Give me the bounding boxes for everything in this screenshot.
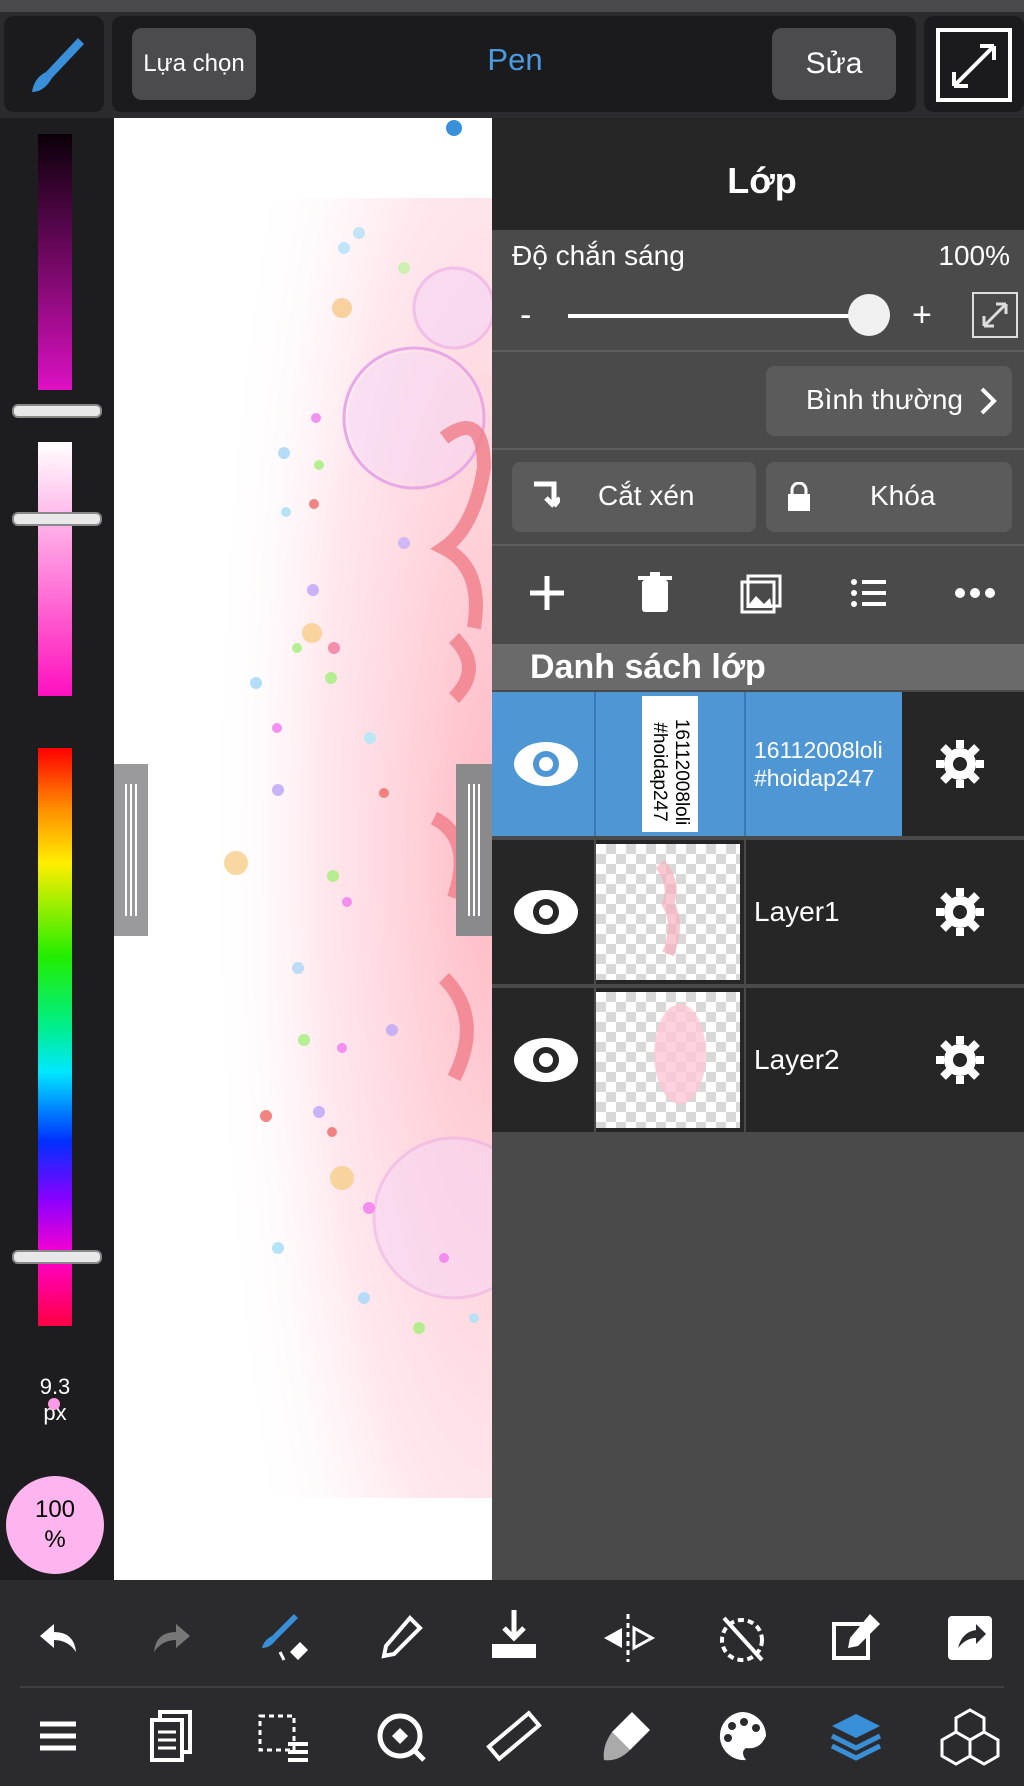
layer-list-title: Danh sách lớp — [530, 648, 766, 686]
saturation-slider[interactable] — [38, 442, 72, 696]
brush-swap-icon[interactable] — [254, 1608, 314, 1668]
layers-icon[interactable] — [826, 1706, 886, 1766]
undo-icon[interactable] — [28, 1608, 88, 1668]
pages-icon[interactable] — [142, 1706, 202, 1766]
fill-brush-icon[interactable] — [598, 1706, 658, 1766]
brush-button[interactable] — [4, 16, 104, 112]
divider — [492, 448, 1024, 450]
brush-size-preview — [48, 1398, 60, 1410]
right-panel-handle[interactable] — [456, 764, 492, 936]
color-panel — [0, 118, 114, 1580]
download-icon[interactable] — [484, 1606, 544, 1666]
lock-label: Khóa — [870, 480, 936, 511]
list-icon[interactable] — [844, 568, 894, 618]
selection-tool-icon[interactable] — [254, 1706, 314, 1766]
brightness-knob[interactable] — [12, 404, 102, 418]
blend-mode-label: Bình thường — [806, 384, 963, 415]
share-icon[interactable] — [940, 1608, 1000, 1668]
divider — [20, 1686, 1004, 1688]
expand-icon — [936, 28, 1012, 102]
layer-panel-title: Lớp — [727, 160, 797, 201]
brush-size-value: 9.3 — [39, 1374, 71, 1399]
divider — [492, 544, 1024, 546]
brush-opacity-button[interactable]: 100 % — [6, 1476, 104, 1574]
clipping-button[interactable]: Cắt xén — [512, 462, 756, 532]
eye-icon[interactable] — [500, 692, 592, 836]
rotate-off-icon[interactable] — [712, 1608, 772, 1668]
transform-icon[interactable] — [370, 1706, 430, 1766]
layer-row[interactable]: Layer1 — [492, 840, 1024, 984]
blend-mode-button[interactable]: Bình thường — [766, 366, 1012, 436]
redo-icon[interactable] — [142, 1608, 202, 1668]
chevron-right-icon — [980, 387, 997, 415]
add-layer-icon[interactable] — [522, 568, 572, 618]
saturation-knob[interactable] — [12, 512, 102, 526]
edit-button[interactable]: Sửa — [772, 28, 896, 100]
opacity-decrease-button[interactable]: - — [520, 296, 531, 335]
eye-icon[interactable] — [500, 988, 592, 1132]
thumbnail-text-line2: #hoidap247 — [649, 722, 670, 822]
layer-thumbnail — [596, 992, 740, 1128]
layer-opacity-value: 100% — [938, 240, 1010, 271]
canvas-artwork — [174, 120, 494, 1498]
hue-slider[interactable] — [38, 748, 72, 1326]
expand-icon — [982, 302, 1008, 328]
opacity-increase-button[interactable]: + — [912, 296, 932, 335]
layer-row[interactable]: Layer2 — [492, 988, 1024, 1132]
eyedropper-icon[interactable] — [370, 1608, 430, 1668]
layer-thumbnail: 16112008loli #hoidap247 — [642, 696, 698, 832]
more-icon[interactable] — [950, 568, 1000, 618]
tool-title[interactable]: Pen — [420, 42, 610, 78]
layer-name: Layer2 — [754, 1044, 840, 1075]
lock-icon — [788, 482, 810, 511]
gear-icon[interactable] — [932, 884, 988, 940]
ruler-icon[interactable] — [484, 1706, 544, 1766]
palette-icon[interactable] — [712, 1706, 772, 1766]
lock-button[interactable]: Khóa — [766, 462, 1012, 532]
fullscreen-button[interactable] — [924, 16, 1024, 112]
hue-knob[interactable] — [12, 1250, 102, 1264]
layer-thumbnail — [596, 844, 740, 980]
opacity-expand-button[interactable] — [972, 292, 1018, 338]
eye-icon[interactable] — [500, 840, 592, 984]
edit-canvas-icon[interactable] — [826, 1608, 886, 1668]
layer-name-line2: #hoidap247 — [754, 765, 875, 791]
clip-arrow-icon — [534, 481, 560, 508]
layer-opacity-label: Độ chắn sáng — [512, 240, 685, 271]
trash-icon[interactable] — [630, 568, 680, 618]
image-layer-icon[interactable] — [736, 568, 786, 618]
status-strip — [0, 0, 1024, 12]
selection-button[interactable]: Lựa chọn — [132, 28, 256, 100]
layer-name-line1: 16112008loli — [754, 737, 883, 763]
layer-name: Layer1 — [754, 896, 840, 927]
thumbnail-text-line1: 16112008loli — [671, 718, 692, 826]
drawing-canvas[interactable] — [114, 118, 494, 1580]
flip-icon[interactable] — [598, 1608, 658, 1668]
brush-icon — [32, 38, 84, 92]
gear-icon[interactable] — [932, 1032, 988, 1088]
materials-icon[interactable] — [940, 1706, 1000, 1766]
brush-opacity-value: 100 — [34, 1496, 76, 1523]
layer-row[interactable]: 16112008loli #hoidap247 16112008loli #ho… — [492, 692, 1024, 836]
menu-icon[interactable] — [28, 1706, 88, 1766]
left-panel-handle[interactable] — [114, 764, 148, 936]
opacity-slider-track[interactable] — [568, 314, 878, 318]
brightness-slider[interactable] — [38, 134, 72, 390]
gear-icon[interactable] — [932, 736, 988, 792]
layer-name: 16112008loli #hoidap247 — [754, 692, 883, 836]
brush-opacity-unit: % — [44, 1526, 66, 1553]
clipping-label: Cắt xén — [598, 480, 695, 511]
divider — [492, 350, 1024, 352]
opacity-slider-thumb[interactable] — [848, 294, 890, 336]
